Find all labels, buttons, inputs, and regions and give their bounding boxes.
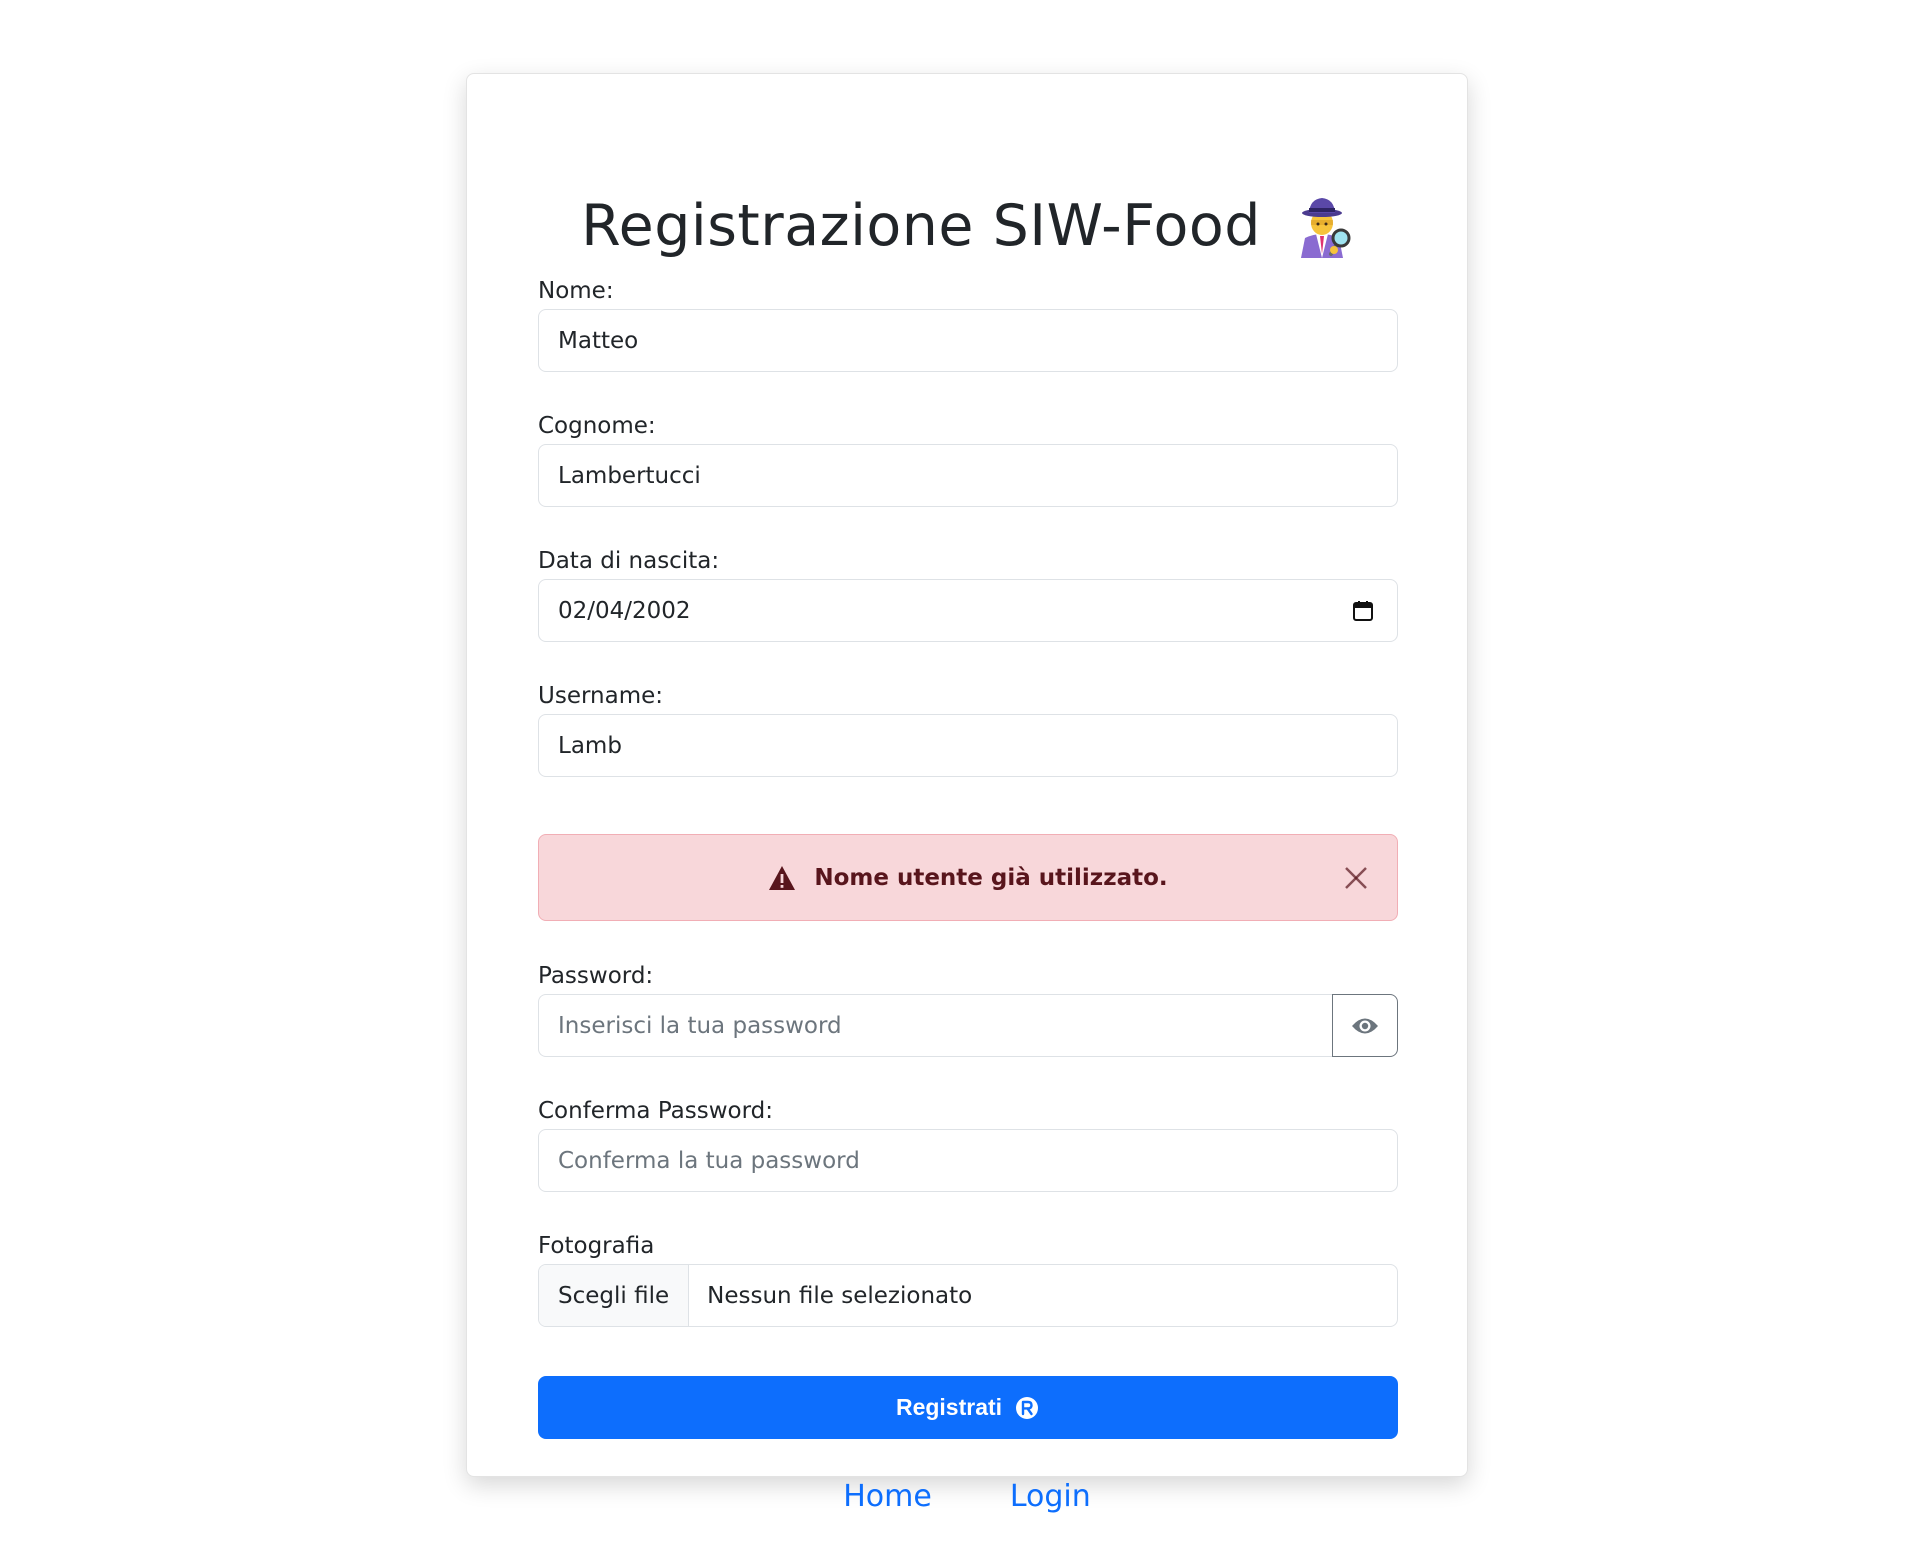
toggle-password-button[interactable] (1332, 994, 1398, 1057)
data-nascita-label: Data di nascita: (538, 548, 720, 574)
nome-label: Nome: (538, 278, 614, 304)
nome-value: Matteo (558, 327, 639, 354)
username-label: Username: (538, 683, 663, 709)
detective-icon (1300, 198, 1351, 258)
eye-icon (1352, 1018, 1378, 1033)
fotografia-file-input[interactable]: Scegli file Nessun file selezionato (538, 1264, 1398, 1327)
conferma-password-placeholder: Conferma la tua password (558, 1147, 860, 1174)
nome-input[interactable]: Matteo (538, 309, 1398, 372)
registered-icon (1016, 1396, 1039, 1419)
username-input[interactable]: Lamb (538, 714, 1398, 777)
warning-icon (769, 865, 796, 890)
username-error-text: Nome utente già utilizzato. (814, 864, 1168, 891)
data-nascita-input[interactable]: 02/04/2002 (538, 579, 1398, 642)
password-label: Password: (538, 963, 654, 989)
registrati-label: Registrati (895, 1394, 1003, 1420)
calendar-icon[interactable] (1351, 599, 1375, 623)
username-value: Lamb (558, 732, 622, 759)
password-placeholder: Inserisci la tua password (558, 1012, 842, 1039)
choose-file-button[interactable]: Scegli file (539, 1265, 690, 1326)
page-title: Registrazione SIW-Food (467, 192, 1467, 260)
fotografia-label: Fotografia (538, 1233, 655, 1259)
cognome-value: Lambertucci (558, 462, 701, 489)
registrati-button[interactable]: Registrati (538, 1376, 1398, 1439)
username-error-alert: Nome utente già utilizzato. (538, 834, 1398, 921)
file-status: Nessun file selezionato (707, 1282, 973, 1309)
conferma-password-label: Conferma Password: (538, 1098, 773, 1124)
close-icon[interactable] (1341, 863, 1371, 893)
login-link[interactable]: Login (1010, 1479, 1091, 1514)
password-input[interactable]: Inserisci la tua password (538, 994, 1332, 1057)
cognome-label: Cognome: (538, 413, 656, 439)
footer-links: Home Login (467, 1479, 1467, 1514)
home-link[interactable]: Home (843, 1479, 932, 1514)
data-nascita-value: 02/04/2002 (558, 597, 691, 624)
cognome-input[interactable]: Lambertucci (538, 444, 1398, 507)
password-group: Inserisci la tua password (538, 994, 1398, 1057)
conferma-password-input[interactable]: Conferma la tua password (538, 1129, 1398, 1192)
registration-card: Registrazione SIW-Food Nome: Matteo Cogn… (466, 73, 1468, 1514)
